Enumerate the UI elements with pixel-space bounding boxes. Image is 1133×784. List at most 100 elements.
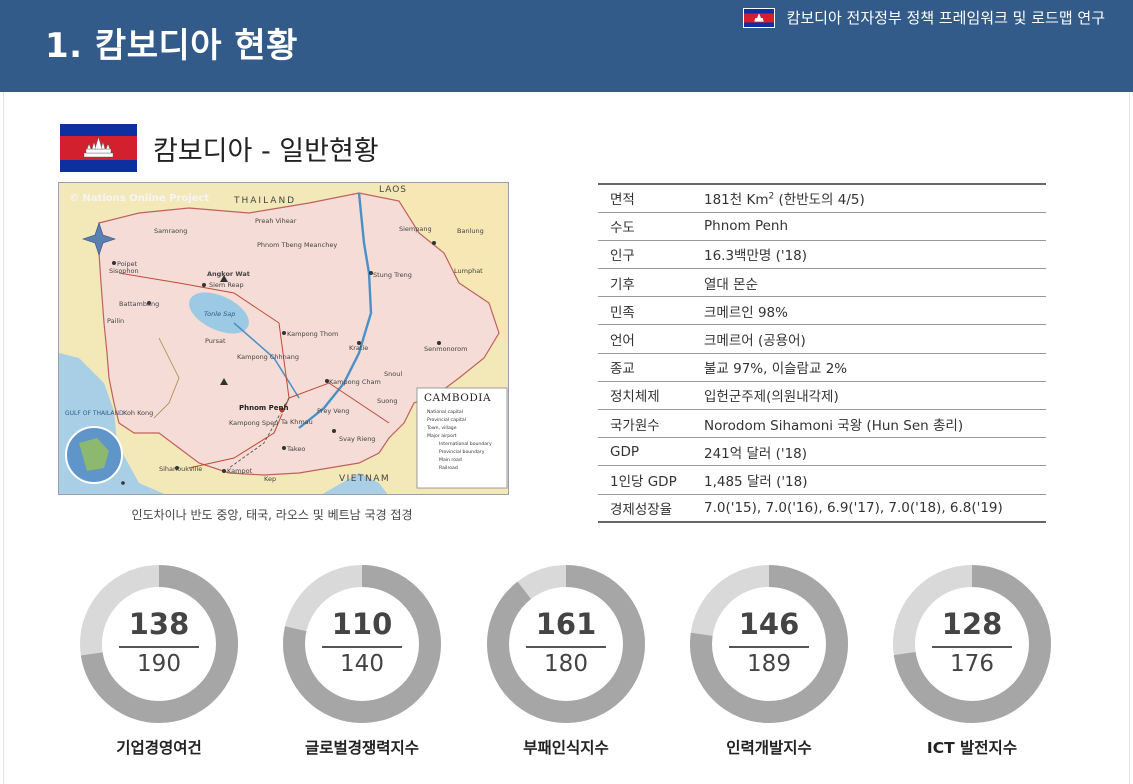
cambodia-map: © Nations Online Project THAILAND LAOS V… [58,182,509,495]
map-place-label: Kampong Thom [287,330,338,338]
map-label-capital: Phnom Penh [239,404,288,412]
map-place-label: Svay Rieng [339,435,375,443]
gauge-ring [283,565,441,723]
table-row: 인구 16.3백만명 ('18) [598,240,1046,270]
gauge-total: 190 [137,651,181,677]
table-row: 언어 크메르어 (공용어) [598,324,1046,354]
map-place-label: Senmonorom [424,345,468,353]
info-key: 정치체제 [598,381,704,411]
map-watermark: © Nations Online Project [69,193,209,204]
header-subtitle-group: 캄보디아 전자정부 정책 프레임워크 및 로드맵 연구 [742,7,1105,28]
index-ranking-gauges: 138 190 기업경영여건 110 140 글로벌경쟁력지수 161 180 부패인식지수 14… [0,560,1133,784]
info-key: 민족 [598,296,704,326]
info-value-text: 열대 몬순 [704,276,758,293]
map-place-label: Snoul [384,370,402,378]
map-place-label: Angkor Wat [207,270,250,278]
map-place-label: Kratie [349,344,368,352]
gauge-competitiveness: 110 140 글로벌경쟁력지수 [282,560,442,770]
gauge-corruption: 161 180 부패인식지수 [486,560,646,770]
info-value-suffix: (한반도의 4/5) [774,192,865,209]
gauge-business: 138 190 기업경영여건 [79,560,239,770]
page-title: 1. 캄보디아 현황 [45,26,298,66]
info-value-text: Norodom Sihamoni 국왕 (Hun Sen 총리) [704,417,964,434]
info-value: 크메르어 (공용어) [704,324,1046,354]
table-row: 면적 181천 Km2 (한반도의 4/5) [598,184,1046,213]
map-place-label: Takeo [286,445,305,453]
info-value-text: 입헌군주제(의원내각제) [704,389,839,406]
info-value-text: Phnom Penh [704,218,789,235]
map-legend-item: Railroad [439,465,458,471]
info-value: 불교 97%, 이슬람교 2% [704,353,1046,382]
info-key: 경제성장율 [598,494,704,524]
info-key: GDP [598,437,704,467]
map-place-label: Stung Treng [373,271,412,279]
gauge-label: ICT 발전지수 [926,739,1018,757]
map-place-label: Lumphat [454,267,483,275]
map-lake-label: Tonle Sap [204,310,235,318]
info-value: 1,485 달러 ('18) [704,465,1046,495]
info-key: 1인당 GDP [598,465,704,495]
table-row: 기후 열대 몬순 [598,268,1046,298]
info-value: 입헌군주제(의원내각제) [704,381,1046,411]
map-label-laos: LAOS [379,185,407,195]
map-place-label: Preah Vihear [255,217,297,225]
info-value-text: 7.0('15), 7.0('16), 6.9('17), 7.0('18), … [704,499,1003,516]
gauge-rank: 110 [331,607,393,641]
gauge-rank: 146 [738,607,800,641]
map-place-label: Ta Khmau [280,418,313,426]
gauge-rank: 161 [535,607,597,641]
gauge-rank: 138 [128,607,190,641]
info-value-text: 16.3백만명 ('18) [704,248,808,265]
gauge-label: 글로벌경쟁력지수 [304,739,420,757]
info-key: 언어 [598,324,704,354]
gauge-ring [893,565,1051,723]
table-row: 종교 불교 97%, 이슬람교 2% [598,353,1046,382]
gauge-ring [690,565,848,723]
map-legend-title: CAMBODIA [424,392,491,404]
cambodia-flag-icon [60,124,137,172]
map-legend-item: Town, village [426,425,457,431]
table-row: 국가원수 Norodom Sihamoni 국왕 (Hun Sen 총리) [598,409,1046,439]
gauge-rank: 128 [941,607,1003,641]
gauge-ring [487,565,645,723]
map-legend-item: Provincial boundary [439,449,485,455]
map-place-label: Kampong Speu [229,419,278,427]
gauge-divider [729,646,809,648]
table-row: 민족 크메르인 98% [598,296,1046,326]
map-place-label: Suong [377,397,397,405]
map-label-vietnam: VIETNAM [339,474,390,484]
map-label-gulf: GULF OF THAILAND [65,410,124,417]
info-value-text: 크메르어 (공용어) [704,333,806,350]
table-row: 정치체제 입헌군주제(의원내각제) [598,381,1046,411]
map-place-label: Prey Veng [317,407,349,415]
info-value-text: 1,485 달러 ('18) [704,473,808,490]
table-row: 경제성장율 7.0('15), 7.0('16), 6.9('17), 7.0('… [598,494,1046,524]
map-place-label: Siempang [399,225,432,233]
info-key: 국가원수 [598,409,704,439]
info-value-text: 크메르인 98% [704,304,788,321]
map-illustration: © Nations Online Project THAILAND LAOS V… [59,183,508,494]
gauge-total: 140 [340,651,384,677]
map-place-label: Kampot [227,467,253,475]
gauge-hrd: 146 189 인력개발지수 [689,560,849,770]
gauge-divider [119,646,199,648]
table-row: 수도 Phnom Penh [598,212,1046,241]
map-place-label: Siem Reap [209,281,244,289]
map-place-label: Kampong Chhnang [237,353,299,361]
info-key: 수도 [598,212,704,241]
map-legend-item: Provincial capital [427,417,466,423]
gauge-label: 인력개발지수 [726,739,812,757]
gauge-divider [932,646,1012,648]
cambodia-flag-icon [742,7,775,28]
map-legend-item: International boundary [439,441,492,447]
info-value: Phnom Penh [704,212,1046,241]
info-key: 기후 [598,268,704,298]
map-place-label: Banlung [457,227,484,235]
map-place-label: Kep [264,475,276,483]
map-place-label: Sisophon [109,267,139,275]
info-key: 인구 [598,240,704,270]
header-subtitle: 캄보디아 전자정부 정책 프레임워크 및 로드맵 연구 [786,9,1105,27]
gauge-total: 180 [544,651,588,677]
gauge-fill-arc [487,565,645,723]
map-place-label: Kampong Cham [329,378,381,386]
